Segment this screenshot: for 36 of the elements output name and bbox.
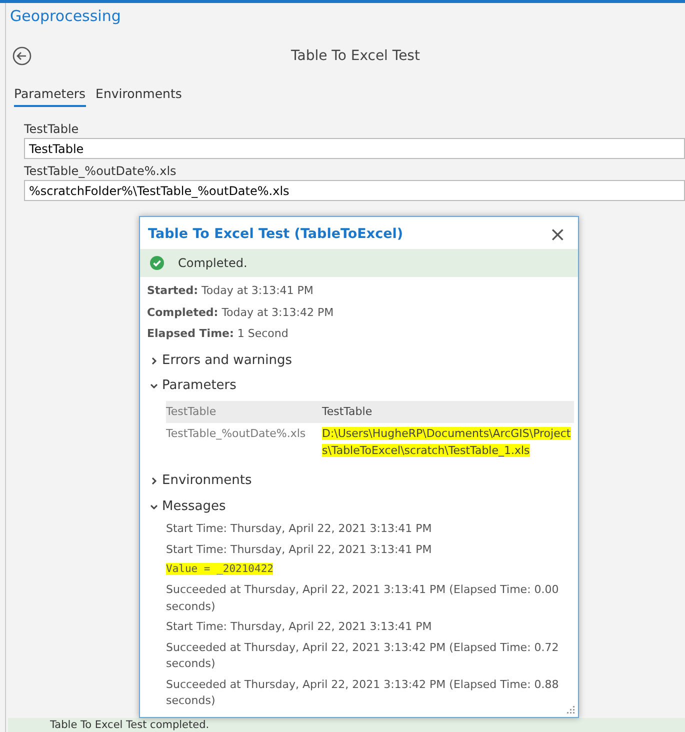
message-line: Start Time: Thursday, April 22, 2021 3:13:41 PM bbox=[166, 542, 433, 558]
summary-line: Completed: Today at 3:13:42 PM bbox=[147, 304, 335, 321]
summary-line: Started: Today at 3:13:41 PM bbox=[147, 283, 314, 300]
table-cell: TestTable bbox=[166, 400, 322, 424]
chevron-right-icon bbox=[150, 477, 158, 485]
back-icon[interactable] bbox=[12, 46, 32, 66]
table-cell: TestTable bbox=[322, 400, 574, 424]
tool-title: Table To Excel Test bbox=[290, 46, 421, 66]
dialog-title: Table To Excel Test (TableToExcel) bbox=[148, 225, 404, 244]
message-line: Succeeded at Thursday, April 22, 2021 3:13:42 PM (Elapsed Time: 0.72 seconds) bbox=[166, 640, 560, 672]
message-line: Succeeded at Thursday, April 22, 2021 3:13:42 PM (Elapsed Time: 0.88 seconds) bbox=[166, 676, 560, 709]
message-line: Start Time: Thursday, April 22, 2021 3:13:41 PM bbox=[166, 521, 433, 538]
resize-grip-icon[interactable] bbox=[566, 705, 575, 714]
section-header[interactable]: Messages bbox=[140, 494, 236, 520]
summary-line: Elapsed Time: 1 Second bbox=[147, 326, 290, 342]
tab[interactable]: Environments bbox=[96, 84, 182, 108]
message-line: Start Time: Thursday, April 22, 2021 3:13:41 PM bbox=[166, 619, 433, 635]
code-message: Value = _20210422 bbox=[166, 562, 274, 578]
section-header[interactable]: Parameters bbox=[140, 373, 246, 399]
field-label: TestTable_%outDate%.xls bbox=[24, 163, 178, 180]
tab[interactable]: Parameters bbox=[14, 84, 86, 108]
status-message: Table To Excel Test completed. bbox=[8, 718, 685, 732]
input-field[interactable]: TestTable bbox=[24, 138, 685, 160]
chevron-down-icon bbox=[150, 382, 158, 390]
message-line: Succeeded at Thursday, April 22, 2021 3:13:41 PM (Elapsed Time: 0.00 seconds) bbox=[166, 582, 560, 614]
field-label: TestTable bbox=[24, 121, 80, 138]
status-text: Completed. bbox=[178, 255, 248, 272]
close-button[interactable]: × bbox=[545, 224, 570, 244]
chevron-down-icon bbox=[150, 502, 158, 510]
section-header[interactable]: Environments bbox=[140, 468, 262, 494]
section-header[interactable]: Errors and warnings bbox=[140, 348, 302, 374]
input-field[interactable]: %scratchFolder%\TestTable_%outDate%.xls bbox=[24, 180, 685, 202]
table-cell: TestTable_%outDate%.xls bbox=[166, 423, 322, 462]
chevron-right-icon bbox=[150, 356, 158, 364]
pane-title: Geoprocessing bbox=[9, 6, 122, 27]
check-icon bbox=[150, 256, 164, 270]
